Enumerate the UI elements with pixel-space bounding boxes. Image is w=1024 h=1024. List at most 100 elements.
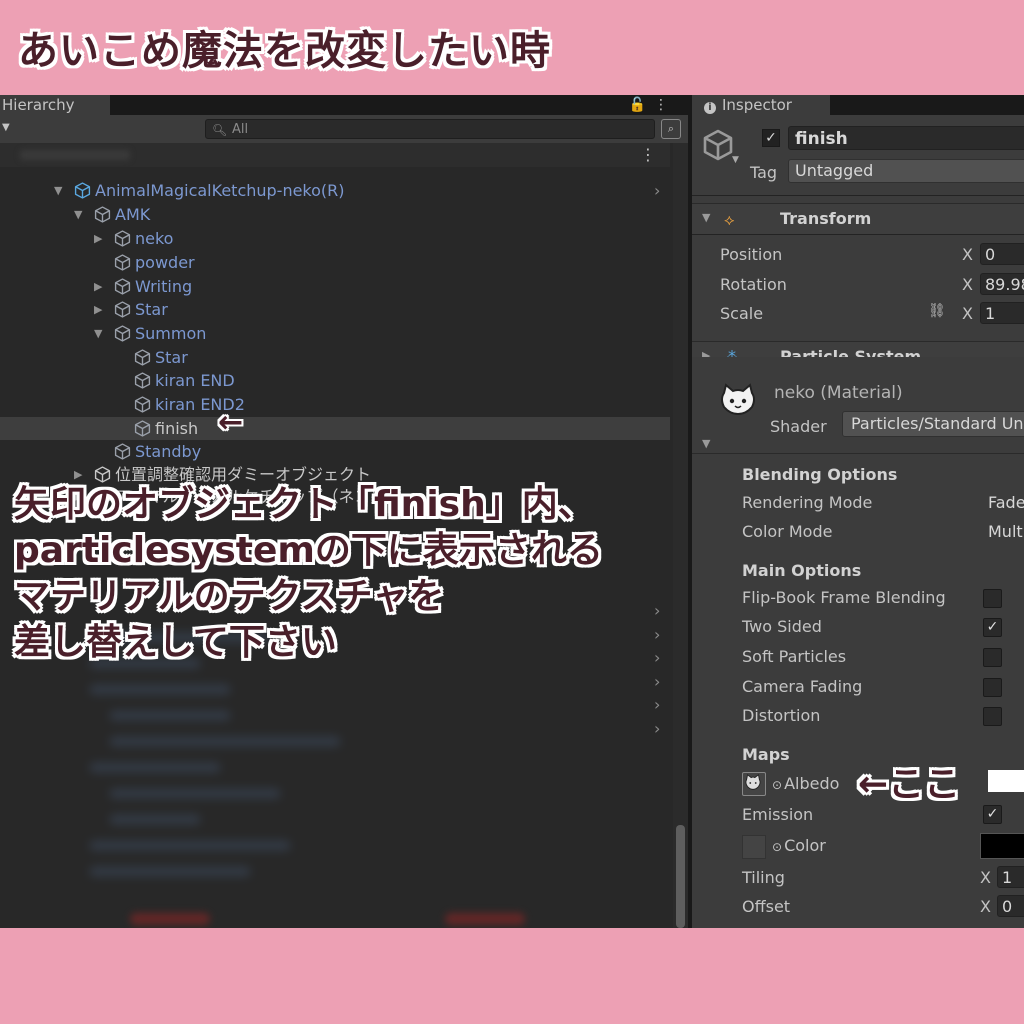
hierarchy-row[interactable]: kiran END2 <box>0 393 670 416</box>
hierarchy-row[interactable]: finish <box>0 417 670 440</box>
main-option-checkbox[interactable] <box>983 707 1002 726</box>
banner-title: あいこめ魔法を改変したい時 <box>18 28 551 74</box>
main-option-checkbox[interactable] <box>983 589 1002 608</box>
gameobject-icon <box>94 466 111 483</box>
instruction-line: マテリアルのテクスチャを <box>14 576 445 617</box>
hierarchy-row-label: kiran END <box>155 371 235 390</box>
scale-x-field[interactable]: 1 <box>980 302 1024 324</box>
hierarchy-row[interactable]: ▶ neko <box>0 227 670 250</box>
hierarchy-row[interactable]: ▼ AMK <box>0 203 670 226</box>
tag-dropdown[interactable]: Untagged <box>788 159 1024 183</box>
color-mode-dropdown[interactable]: Multiply <box>988 522 1024 541</box>
tiling-x-field[interactable]: 1 <box>997 866 1024 888</box>
maps-title: Maps <box>742 745 790 764</box>
scrollbar-thumb[interactable] <box>676 825 685 928</box>
gameobject-icon <box>134 372 151 389</box>
main-option-checkbox[interactable] <box>983 648 1002 667</box>
transform-header[interactable]: ▼ ⟡ Transform <box>692 203 1024 235</box>
main-options-title: Main Options <box>742 561 862 580</box>
hierarchy-row[interactable]: kiran END <box>0 369 670 392</box>
position-x-label[interactable]: X <box>962 245 973 264</box>
active-checkbox[interactable]: ✓ <box>762 129 780 147</box>
expanded-arrow-icon[interactable]: ▼ <box>74 203 82 226</box>
scene-menu-icon[interactable]: ⋮ <box>640 145 656 164</box>
chevron-right-icon[interactable]: › <box>654 719 660 738</box>
blending-options-title: Blending Options <box>742 465 898 484</box>
chevron-right-icon[interactable]: › <box>654 695 660 714</box>
hierarchy-row[interactable]: powder <box>0 251 670 274</box>
gameobject-icon <box>134 396 151 413</box>
position-x-field[interactable]: 0 <box>980 243 1024 265</box>
instruction-line: 矢印のオブジェクト「finish」内、 <box>14 484 594 525</box>
collapsed-arrow-icon[interactable]: ▶ <box>94 275 102 298</box>
emission-texture-slot[interactable] <box>742 835 766 859</box>
tiling-x-label[interactable]: X <box>980 868 991 887</box>
koko-arrow-annotation: ←ここ <box>858 764 961 805</box>
offset-x-label[interactable]: X <box>980 897 991 916</box>
rendering-mode-dropdown[interactable]: Fade <box>988 493 1024 512</box>
create-dropdown-icon[interactable]: ▼ <box>2 122 10 133</box>
icon-dropdown-icon[interactable]: ▼ <box>732 155 739 165</box>
collapsed-arrow-icon[interactable]: ▶ <box>94 298 102 321</box>
constrain-proportions-icon[interactable]: ⛓ <box>928 303 946 319</box>
emission-checkbox[interactable]: ✓ <box>983 805 1002 824</box>
gameobject-icon <box>114 230 131 247</box>
emission-color-field[interactable] <box>980 833 1024 859</box>
lock-icon[interactable]: 🔓 <box>629 97 654 113</box>
hierarchy-row-label: Writing <box>135 277 193 296</box>
hierarchy-row[interactable]: Star <box>0 346 670 369</box>
gameobject-cube-icon[interactable] <box>702 129 734 161</box>
search-input[interactable]: 🔍︎ All <box>205 119 655 139</box>
prefab-icon <box>74 182 91 199</box>
chevron-right-icon[interactable]: › <box>654 648 660 667</box>
chevron-right-icon[interactable]: › <box>654 179 660 202</box>
main-option-label: Camera Fading <box>742 677 863 696</box>
object-picker-icon[interactable]: ⊙ <box>772 778 782 792</box>
albedo-color-field[interactable] <box>988 770 1024 792</box>
shader-dropdown[interactable]: Particles/Standard Unlit <box>842 411 1024 437</box>
scene-row[interactable]: ⋮ <box>0 143 670 167</box>
albedo-label: ⊙ Albedo <box>772 774 839 793</box>
cat-texture-icon <box>745 774 761 790</box>
chevron-right-icon[interactable]: › <box>654 601 660 620</box>
hierarchy-toolbar: ▼ 🔍︎ All ⌕ <box>0 115 688 143</box>
material-name: neko (Material) <box>774 383 903 403</box>
main-option-checkbox[interactable]: ✓ <box>983 618 1002 637</box>
more-icon[interactable]: ⋮ <box>654 97 676 113</box>
rotation-x-label[interactable]: X <box>962 275 973 294</box>
tab-inspector[interactable]: i Inspector <box>692 95 830 115</box>
tab-hierarchy[interactable]: Hierarchy <box>0 95 110 115</box>
hierarchy-row-label: AnimalMagicalKetchup-neko(R) <box>95 181 345 200</box>
main-option-checkbox[interactable] <box>983 678 1002 697</box>
scale-label: Scale <box>720 304 764 323</box>
expanded-arrow-icon[interactable]: ▼ <box>94 322 102 345</box>
offset-label: Offset <box>742 897 791 916</box>
hierarchy-tab-icons[interactable]: 🔓⋮ <box>629 95 676 115</box>
hierarchy-row-label: Summon <box>135 324 207 343</box>
hierarchy-row[interactable]: ▼ AnimalMagicalKetchup-neko(R) › <box>0 179 670 202</box>
chevron-right-icon[interactable]: › <box>654 625 660 644</box>
scale-x-label[interactable]: X <box>962 304 973 323</box>
object-name-field[interactable]: finish <box>788 126 1024 150</box>
rotation-x-field[interactable]: 89.98 <box>980 273 1024 295</box>
hierarchy-row[interactable]: ▶ Writing <box>0 275 670 298</box>
collapsed-arrow-icon[interactable]: ▶ <box>94 227 102 250</box>
albedo-texture-slot[interactable] <box>742 772 766 796</box>
rendering-mode-label: Rendering Mode <box>742 493 873 512</box>
hierarchy-row[interactable]: ▶ Star <box>0 298 670 321</box>
search-by-type-button[interactable]: ⌕ <box>661 119 681 139</box>
fold-arrow-icon[interactable]: ▼ <box>702 211 710 224</box>
object-picker-icon[interactable]: ⊙ <box>772 840 782 854</box>
hierarchy-row[interactable]: Standby <box>0 440 670 463</box>
search-placeholder: All <box>232 122 249 137</box>
hierarchy-row-label: Star <box>135 300 168 319</box>
gameobject-icon <box>134 349 151 366</box>
transform-icon: ⟡ <box>724 210 735 229</box>
hierarchy-scrollbar[interactable] <box>673 143 688 928</box>
expanded-arrow-icon[interactable]: ▼ <box>54 179 62 202</box>
emission-label: Emission <box>742 805 814 824</box>
hierarchy-row[interactable]: ▼ Summon <box>0 322 670 345</box>
offset-x-field[interactable]: 0 <box>997 895 1024 917</box>
material-fold-icon[interactable]: ▼ <box>702 437 710 450</box>
chevron-right-icon[interactable]: › <box>654 672 660 691</box>
